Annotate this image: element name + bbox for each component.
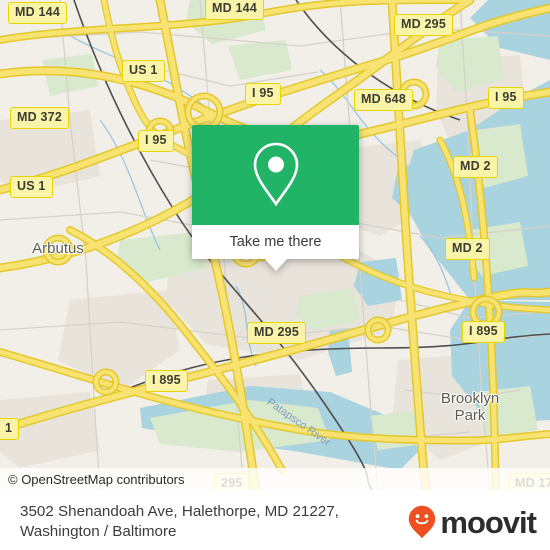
place-label-brooklyn-park: Brooklyn Park [420, 390, 520, 425]
road-shield[interactable]: MD 295 [394, 14, 453, 36]
road-shield[interactable]: MD 372 [10, 107, 69, 129]
place-label-text: Arbutus [32, 240, 84, 257]
road-shield[interactable]: MD 144 [205, 0, 264, 20]
road-shield[interactable]: 1 [0, 418, 20, 440]
location-popup[interactable]: Take me there [192, 125, 359, 271]
road-shield[interactable]: I 895 [145, 370, 188, 392]
moovit-logo[interactable]: moovit [408, 504, 537, 540]
place-label-text-line2: Park [454, 407, 486, 425]
address-text: 3502 Shenandoah Ave, Halethorpe, MD 2122… [20, 502, 390, 542]
road-shield[interactable]: I 895 [462, 321, 505, 343]
moovit-wordmark: moovit [440, 504, 537, 540]
popup-tail-pointer [264, 259, 287, 271]
map-screenshot: Arbutus Brooklyn Park Patapsco River MD … [0, 0, 550, 550]
address-line-1: 3502 Shenandoah Ave, Halethorpe, MD 2122… [20, 503, 339, 520]
footer-bar: 3502 Shenandoah Ave, Halethorpe, MD 2122… [0, 490, 550, 550]
take-me-there-button[interactable]: Take me there [230, 234, 322, 250]
road-shield[interactable]: US 1 [122, 60, 165, 82]
popup-header [192, 125, 359, 225]
map-attribution-bar: © OpenStreetMap contributors [0, 468, 550, 490]
road-shield[interactable]: I 95 [245, 83, 281, 105]
map-canvas[interactable]: Arbutus Brooklyn Park Patapsco River MD … [0, 0, 550, 490]
moovit-pin-smiley-icon [409, 505, 436, 539]
road-shield[interactable]: I 95 [488, 87, 524, 109]
road-shield[interactable]: MD 295 [247, 322, 306, 344]
road-shield[interactable]: I 95 [138, 130, 174, 152]
address-line-2: Washington / Baltimore [20, 523, 177, 541]
road-shield[interactable]: MD 144 [8, 2, 67, 24]
road-shield[interactable]: US 1 [10, 176, 53, 198]
osm-attribution-text[interactable]: © OpenStreetMap contributors [8, 472, 185, 487]
road-shield[interactable]: MD 648 [354, 89, 413, 111]
place-label-arbutus: Arbutus [18, 240, 98, 257]
road-shield[interactable]: MD 2 [453, 156, 498, 178]
map-pin-icon [253, 142, 298, 207]
road-shield[interactable]: MD 2 [445, 238, 490, 260]
place-label-text-line1: Brooklyn [440, 390, 500, 407]
popup-footer[interactable]: Take me there [192, 225, 359, 271]
